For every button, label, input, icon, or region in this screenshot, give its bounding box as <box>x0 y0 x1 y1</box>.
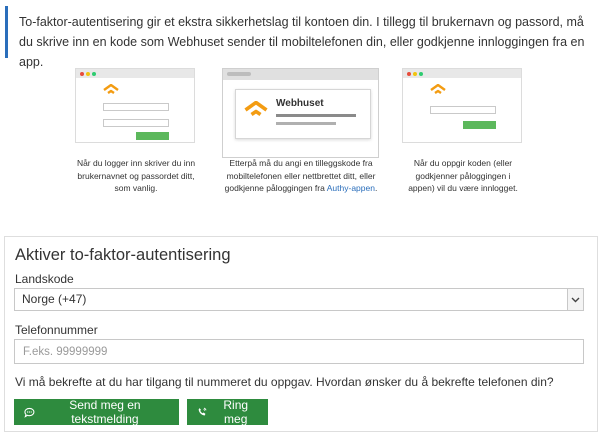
caption-period: . <box>374 183 378 193</box>
submit-button-mock <box>463 121 496 129</box>
brand-name: Webhuset <box>276 98 324 109</box>
code-line-mock <box>276 114 356 117</box>
window-titlebar <box>223 69 378 80</box>
password-field-mock <box>103 119 169 127</box>
step-logged-in-caption: Når du oppgir koden (eller godkjenner på… <box>408 158 518 193</box>
intro-text: To-faktor-autentisering gir et ekstra si… <box>5 6 595 69</box>
webhuset-logo-icon <box>430 84 446 94</box>
step-logged-in-window <box>402 68 522 143</box>
verify-question: Vi må bekrefte at du har tilgang til num… <box>15 375 554 389</box>
login-button-mock <box>136 132 169 140</box>
call-me-button[interactable]: Ring meg <box>187 398 268 426</box>
step-code-caption: Etterpå må du angi en tilleggskode fra m… <box>221 157 381 195</box>
chat-bubble-icon <box>24 407 35 418</box>
country-code-label: Landskode <box>15 272 74 286</box>
webhuset-logo-icon <box>244 101 268 116</box>
activate-2fa-panel: Aktiver to-faktor-autentisering Landskod… <box>4 236 598 432</box>
phone-number-input[interactable] <box>14 339 584 364</box>
form-title: Aktiver to-faktor-autentisering <box>15 246 231 264</box>
chevron-down-icon[interactable] <box>567 289 583 310</box>
username-field-mock <box>103 103 169 111</box>
window-titlebar <box>76 69 194 78</box>
code-field-mock <box>430 106 496 114</box>
send-sms-label: Send meg en tekstmelding <box>69 398 141 426</box>
call-me-label: Ring meg <box>223 398 249 426</box>
authy-app-link[interactable]: Authy-appen <box>327 183 375 193</box>
step-login-caption: Når du logger inn skriver du inn brukern… <box>76 158 196 193</box>
step-login-window <box>75 68 195 143</box>
step-code-window: Webhuset <box>222 68 379 158</box>
window-titlebar <box>403 69 521 78</box>
webhuset-logo-icon <box>103 84 119 94</box>
phone-ring-icon <box>198 407 207 416</box>
code-line-mock <box>276 122 336 125</box>
steps-illustration: Når du logger inn skriver du inn brukern… <box>0 66 602 216</box>
phone-number-label: Telefonnummer <box>15 323 98 337</box>
send-sms-button[interactable]: Send meg en tekstmelding <box>14 398 179 426</box>
country-code-value: Norge (+47) <box>22 292 87 306</box>
country-code-select[interactable]: Norge (+47) <box>14 288 584 311</box>
code-card-mock: Webhuset <box>235 89 371 139</box>
